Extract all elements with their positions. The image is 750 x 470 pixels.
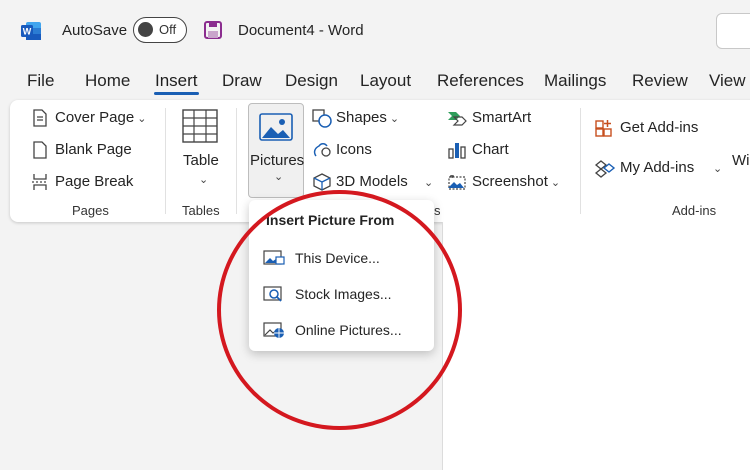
page-break-icon: [32, 174, 48, 190]
toggle-knob: [138, 22, 153, 37]
smartart-icon: [448, 112, 467, 126]
table-icon: [182, 109, 218, 143]
active-tab-indicator: [154, 92, 199, 95]
pages-group-label: Pages: [72, 203, 109, 218]
pictures-label: Pictures: [250, 152, 305, 169]
ribbon-divider: [580, 108, 581, 214]
shapes-label: Shapes: [336, 109, 387, 126]
icons-button[interactable]: Icons: [311, 140, 391, 162]
page-break-button[interactable]: Page Break: [30, 172, 140, 194]
page-break-label: Page Break: [55, 173, 134, 190]
shapes-button[interactable]: Shapes ⌄: [311, 108, 406, 130]
chart-icon: [448, 143, 466, 159]
chevron-down-icon: ⌄: [199, 174, 209, 186]
cover-page-label: Cover Page: [55, 109, 135, 126]
tab-home[interactable]: Home: [85, 71, 130, 91]
autosave-toggle[interactable]: Off: [133, 17, 187, 43]
cube-icon: [313, 173, 331, 191]
dropdown-title: Insert Picture From: [266, 212, 395, 228]
my-addins-button[interactable]: My Add-ins ⌄: [594, 158, 724, 180]
icons-icon: [313, 143, 331, 157]
online-pictures-label: Online Pictures...: [295, 322, 402, 338]
blank-page-button[interactable]: Blank Page: [30, 140, 140, 162]
stock-images-label: Stock Images...: [295, 286, 392, 302]
svg-text:W: W: [23, 27, 32, 37]
autosave-label: AutoSave: [62, 22, 128, 39]
device-picture-icon: [263, 250, 285, 265]
chart-button[interactable]: Chart: [446, 140, 526, 162]
tab-insert[interactable]: Insert: [155, 71, 198, 91]
3d-models-button[interactable]: 3D Models ⌄: [311, 172, 436, 194]
search-box[interactable]: [716, 13, 750, 49]
stock-images-option[interactable]: Stock Images...: [263, 281, 428, 307]
chart-label: Chart: [472, 141, 509, 158]
blank-page-icon: [33, 141, 47, 159]
chevron-down-icon: ⌄: [713, 163, 723, 175]
chevron-down-icon: ⌄: [389, 113, 400, 125]
my-addins-label: My Add-ins: [620, 159, 695, 176]
screenshot-label: Screenshot: [472, 173, 548, 190]
3d-models-label: 3D Models: [336, 173, 408, 190]
autosave-state: Off: [159, 22, 177, 37]
chevron-down-icon: ⌄: [550, 177, 561, 189]
my-addins-icon: [594, 160, 616, 178]
screenshot-icon: [448, 175, 466, 190]
screenshot-button[interactable]: Screenshot ⌄: [446, 172, 566, 194]
smartart-button[interactable]: SmartArt: [446, 108, 541, 130]
tab-design[interactable]: Design: [285, 71, 338, 91]
cover-page-button[interactable]: Cover Page ⌄: [30, 108, 150, 130]
online-pictures-option[interactable]: Online Pictures...: [263, 317, 428, 343]
online-pictures-icon: [263, 322, 284, 338]
document-page[interactable]: [442, 222, 750, 470]
pictures-button[interactable]: Pictures ⌄: [248, 103, 304, 198]
tab-view[interactable]: View: [709, 71, 746, 91]
document-title: Document4 - Word: [238, 22, 364, 39]
insert-picture-dropdown: Insert Picture From This Device... Stock…: [249, 200, 434, 351]
get-addins-button[interactable]: Get Add-ins: [594, 118, 709, 140]
tab-draw[interactable]: Draw: [222, 71, 262, 91]
tables-group-label: Tables: [182, 203, 220, 218]
illustrations-group-label: s: [434, 203, 441, 218]
cover-page-icon: [33, 109, 47, 127]
blank-page-label: Blank Page: [55, 141, 132, 158]
addins-group-label: Add-ins: [672, 203, 717, 218]
ribbon-divider: [236, 108, 237, 214]
word-logo-icon: W: [21, 22, 41, 40]
table-button[interactable]: Table ⌄: [180, 108, 222, 188]
table-label: Table: [183, 152, 219, 169]
chevron-down-icon: ⌄: [274, 171, 284, 183]
pictures-icon: [259, 113, 293, 141]
ribbon-divider: [165, 108, 166, 214]
shapes-icon: [312, 109, 332, 128]
stock-images-icon: [263, 286, 282, 302]
ribbon-tabs: File Home Insert Draw Design Layout Refe…: [0, 68, 750, 96]
tab-review[interactable]: Review: [632, 71, 688, 91]
this-device-label: This Device...: [295, 250, 380, 266]
tab-file[interactable]: File: [27, 71, 54, 91]
get-addins-icon: [595, 120, 612, 137]
tab-references[interactable]: References: [437, 71, 524, 91]
get-addins-label: Get Add-ins: [620, 119, 699, 136]
wikipedia-button-fragment[interactable]: Wi: [732, 152, 750, 169]
chevron-down-icon: ⌄: [424, 177, 434, 189]
chevron-down-icon: ⌄: [137, 113, 147, 125]
save-icon[interactable]: [203, 20, 223, 40]
tab-mailings[interactable]: Mailings: [544, 71, 606, 91]
smartart-label: SmartArt: [472, 109, 532, 126]
tab-layout[interactable]: Layout: [360, 71, 411, 91]
icons-label: Icons: [336, 141, 372, 158]
title-bar: W AutoSave Off Document4 - Word: [0, 0, 750, 60]
this-device-option[interactable]: This Device...: [263, 245, 428, 271]
